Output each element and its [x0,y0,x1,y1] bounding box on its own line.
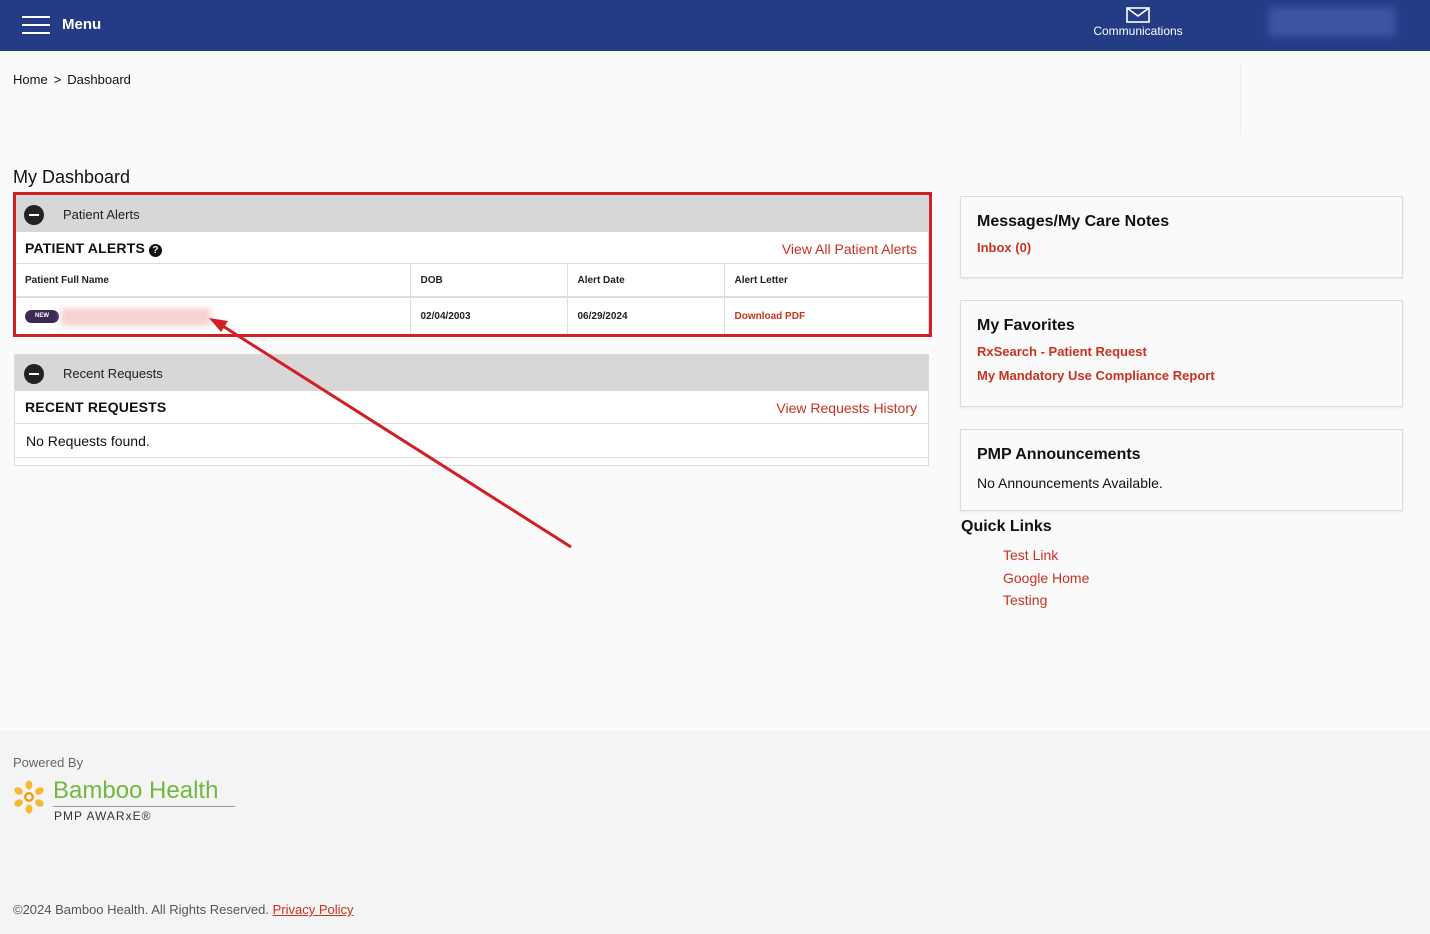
patient-alerts-subheader: PATIENT ALERTS? View All Patient Alerts [15,232,928,264]
favorite-link-rxsearch[interactable]: RxSearch - Patient Request [977,344,1147,359]
inbox-link[interactable]: Inbox (0) [977,240,1031,255]
quick-link-test[interactable]: Test Link [1003,547,1058,563]
column-header: Alert Date [567,264,725,298]
patient-alerts-panel-label: Patient Alerts [63,207,140,222]
breadcrumb-current: Dashboard [67,72,131,87]
dob-cell: 02/04/2003 [410,297,568,335]
brand-subtitle: PMP AWARxE® [54,809,152,823]
recent-requests-panel-header[interactable]: Recent Requests [15,355,928,391]
patient-alerts-panel-header[interactable]: Patient Alerts [15,196,928,232]
divider [1240,62,1241,134]
patient-alerts-panel: Patient Alerts PATIENT ALERTS? View All … [14,195,929,337]
top-nav-bar: Menu Communications [0,0,1430,51]
menu-label[interactable]: Menu [62,16,101,33]
brand-divider [53,806,235,807]
favorites-title: My Favorites [977,317,1075,334]
no-requests-text: No Requests found. [15,424,928,458]
privacy-policy-link[interactable]: Privacy Policy [273,902,354,917]
page-title: My Dashboard [13,167,131,187]
brand-name: Bamboo Health [53,777,219,804]
quick-links-title: Quick Links [961,518,1052,535]
menu-icon[interactable] [22,14,52,36]
communications-button[interactable]: Communications [1088,7,1188,38]
collapse-icon[interactable] [24,364,44,384]
copyright: ©2024 Bamboo Health. All Rights Reserved… [13,902,354,917]
copyright-text: ©2024 Bamboo Health. All Rights Reserved… [13,902,269,917]
patient-name-cell: NEW [15,297,411,335]
column-header: DOB [410,264,568,298]
view-all-patient-alerts-link[interactable]: View All Patient Alerts [782,241,917,257]
bamboo-logo-icon [14,780,44,814]
help-icon[interactable]: ? [148,244,162,257]
breadcrumb-separator: > [53,72,62,87]
announcements-title: PMP Announcements [977,446,1141,463]
messages-card: Messages/My Care Notes Inbox (0) [960,196,1403,278]
breadcrumb-home[interactable]: Home [13,72,48,87]
recent-requests-panel: Recent Requests RECENT REQUESTS View Req… [14,354,929,466]
mail-icon [1126,7,1150,23]
recent-requests-title: RECENT REQUESTS [25,399,167,415]
messages-title: Messages/My Care Notes [977,213,1170,230]
table-row: NEW 02/04/2003 06/29/2024 Download PDF [15,297,928,335]
patient-alerts-title: PATIENT ALERTS? [25,240,162,257]
quick-link-testing[interactable]: Testing [1003,592,1047,608]
favorite-link-compliance-report[interactable]: My Mandatory Use Compliance Report [977,368,1215,383]
patient-alerts-table: Patient Full Name DOB Alert Date Alert L… [15,264,928,335]
recent-requests-subheader: RECENT REQUESTS View Requests History [15,391,928,424]
column-header: Patient Full Name [15,264,411,298]
alert-date-cell: 06/29/2024 [567,297,725,335]
alert-letter-cell: Download PDF [724,297,928,335]
view-requests-history-link[interactable]: View Requests History [776,400,917,416]
favorites-card: My Favorites RxSearch - Patient Request … [960,300,1403,407]
collapse-icon[interactable] [24,205,44,225]
footer: Powered By Bamboo Health PMP AWARxE® ©20… [0,731,1430,934]
new-badge: NEW [25,310,59,323]
user-account-menu[interactable] [1268,7,1396,37]
announcements-card: PMP Announcements No Announcements Avail… [960,429,1403,511]
column-header: Alert Letter [724,264,928,298]
recent-requests-panel-label: Recent Requests [63,366,163,381]
communications-label: Communications [1093,24,1183,38]
download-pdf-link[interactable]: Download PDF [735,311,806,322]
powered-by-label: Powered By [13,755,84,770]
announcements-empty-text: No Announcements Available. [977,475,1163,491]
patient-name-redacted[interactable] [61,307,211,326]
breadcrumb: Home > Dashboard [13,72,131,87]
quick-link-google-home[interactable]: Google Home [1003,570,1089,586]
